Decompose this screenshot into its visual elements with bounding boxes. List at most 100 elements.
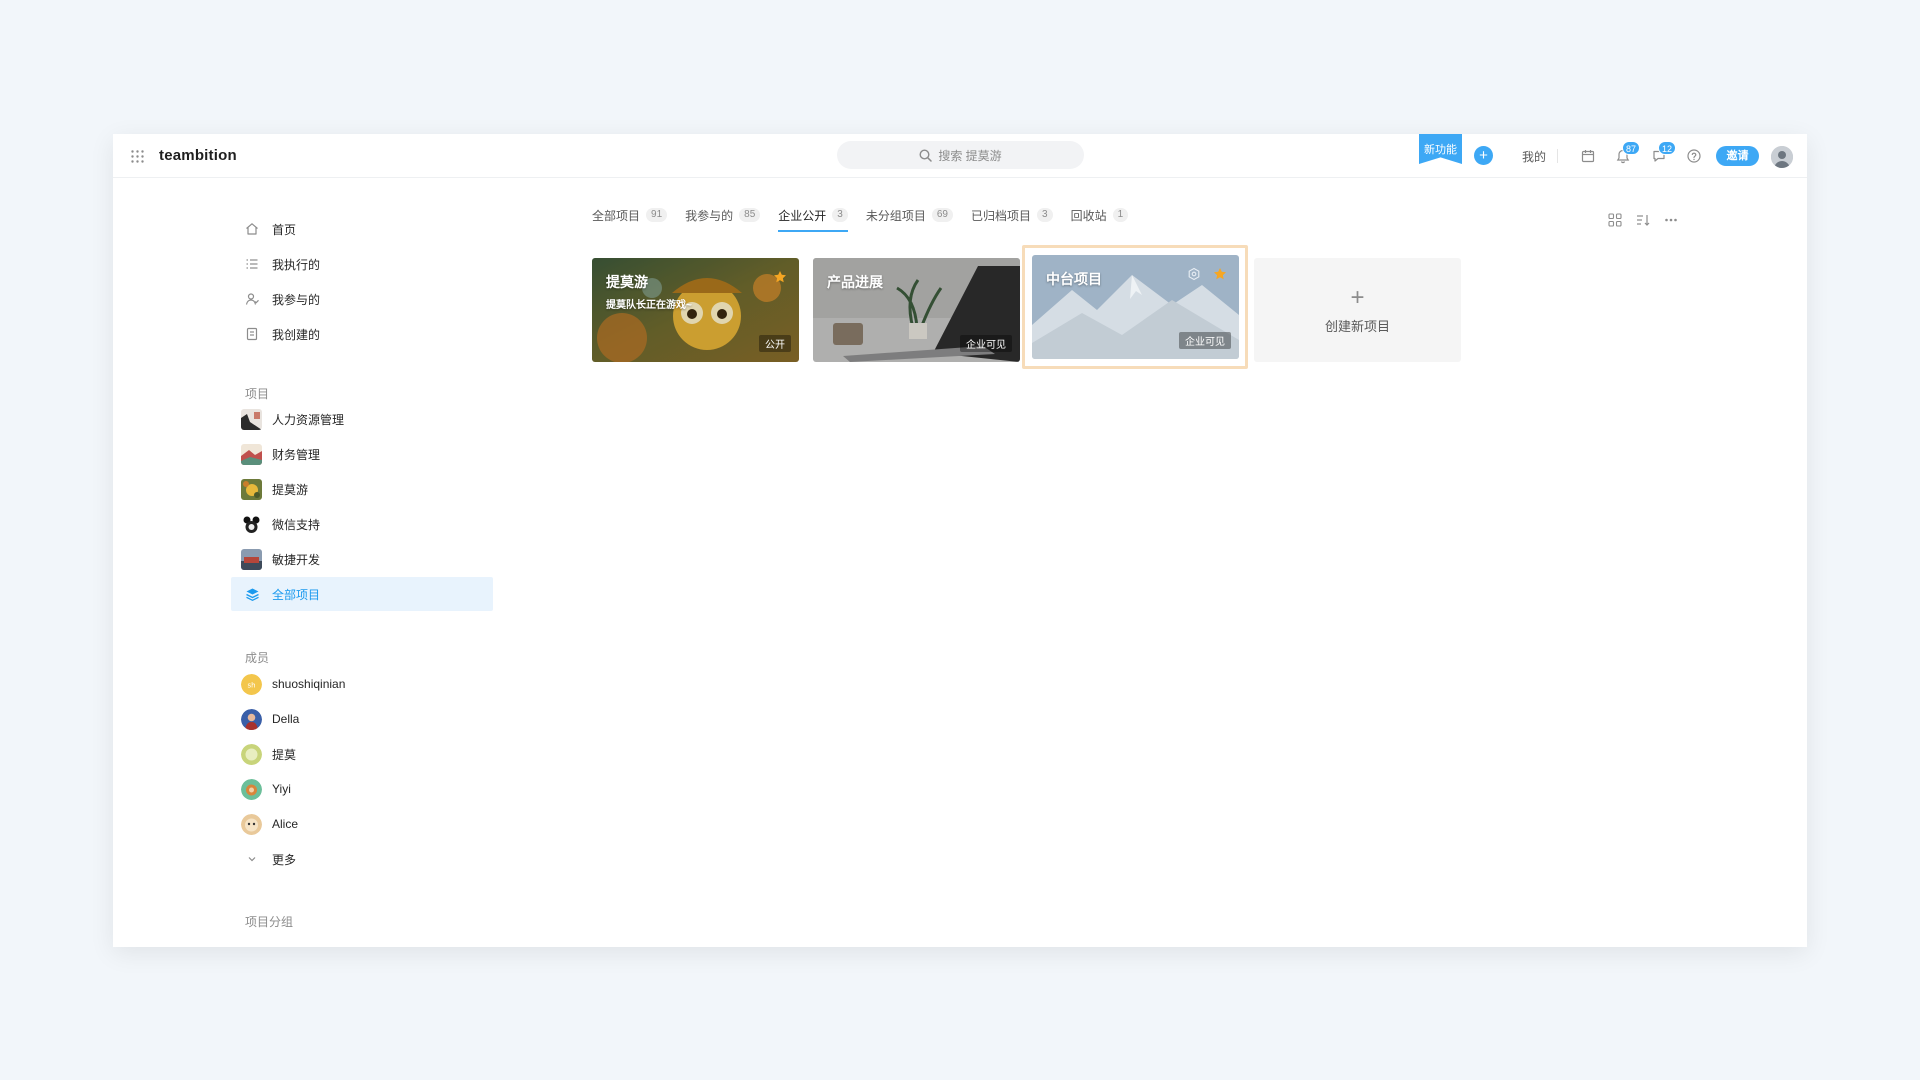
project-card[interactable]: 产品进展 企业可见 bbox=[813, 258, 1020, 362]
tab-trash[interactable]: 回收站 1 bbox=[1071, 204, 1129, 226]
tab-enterprise-public[interactable]: 企业公开 3 bbox=[778, 204, 848, 232]
apps-grid-icon[interactable] bbox=[131, 150, 144, 163]
sidebar-item-project[interactable]: 微信支持 bbox=[231, 507, 493, 541]
star-icon[interactable] bbox=[1213, 267, 1227, 281]
avatar bbox=[241, 778, 262, 800]
avatar: sh bbox=[241, 673, 262, 695]
mine-link[interactable]: 我的 bbox=[1522, 148, 1546, 165]
sidebar-item-label: 我创建的 bbox=[272, 327, 321, 342]
create-project-label: 创建新项目 bbox=[1324, 318, 1390, 334]
svg-text:sh: sh bbox=[247, 681, 255, 689]
message-icon[interactable]: 12 bbox=[1650, 141, 1677, 165]
sidebar-item-project[interactable]: 财务管理 bbox=[231, 437, 493, 471]
message-count-badge: 12 bbox=[1658, 141, 1677, 155]
project-title: 提莫游 bbox=[606, 274, 648, 290]
member-item[interactable]: Della bbox=[231, 702, 493, 736]
invite-button[interactable]: 邀请 bbox=[1716, 146, 1759, 166]
tab-participated[interactable]: 我参与的 85 bbox=[685, 204, 761, 226]
member-item[interactable]: Alice bbox=[231, 807, 493, 841]
member-name: Yiyi bbox=[272, 782, 291, 796]
project-thumbnail bbox=[241, 478, 262, 500]
notification-count-badge: 87 bbox=[1622, 141, 1641, 155]
help-icon[interactable] bbox=[1685, 147, 1703, 165]
sidebar-item-label: 微信支持 bbox=[272, 517, 321, 532]
sidebar: 首页 我执行的 我参与的 我创建的 项目 人力资源管理 财务管理 提莫游 微信支… bbox=[113, 178, 533, 947]
more-label: 更多 bbox=[272, 852, 297, 867]
sidebar-item-all-projects[interactable]: 全部项目 bbox=[231, 577, 493, 611]
document-icon bbox=[243, 325, 261, 343]
tab-label: 全部项目 bbox=[592, 208, 641, 223]
home-icon bbox=[243, 220, 261, 238]
projects-section-title: 项目 bbox=[245, 387, 270, 401]
avatar bbox=[241, 813, 262, 835]
member-name: Della bbox=[272, 712, 300, 726]
sidebar-item-assigned[interactable]: 我执行的 bbox=[231, 247, 493, 281]
calendar-icon[interactable] bbox=[1579, 147, 1597, 165]
avatar bbox=[241, 708, 262, 730]
visibility-tag: 企业可见 bbox=[1179, 332, 1231, 349]
sidebar-item-label: 全部项目 bbox=[272, 587, 321, 602]
search-placeholder: 搜索 提莫游 bbox=[938, 148, 1002, 163]
tab-count: 69 bbox=[931, 208, 953, 222]
users-icon bbox=[243, 290, 261, 308]
sidebar-item-home[interactable]: 首页 bbox=[231, 212, 493, 246]
avatar bbox=[241, 743, 262, 765]
sidebar-item-created[interactable]: 我创建的 bbox=[231, 317, 493, 351]
tab-count: 85 bbox=[739, 208, 761, 222]
visibility-tag: 企业可见 bbox=[960, 335, 1012, 352]
layers-icon bbox=[243, 585, 261, 603]
sidebar-item-label: 首页 bbox=[272, 222, 297, 237]
member-name: shuoshiqinian bbox=[272, 677, 346, 691]
member-item[interactable]: Yiyi bbox=[231, 772, 493, 806]
project-thumbnail bbox=[241, 443, 262, 465]
create-project-button[interactable]: + 创建新项目 bbox=[1254, 258, 1461, 362]
member-item[interactable]: 提莫 bbox=[231, 737, 493, 771]
tab-count: 3 bbox=[1037, 208, 1053, 222]
member-name: 提莫 bbox=[272, 747, 297, 762]
tab-label: 已归档项目 bbox=[971, 208, 1032, 223]
project-title: 中台项目 bbox=[1046, 271, 1102, 287]
plus-icon: + bbox=[1350, 283, 1365, 311]
project-card[interactable]: 中台项目 企业可见 bbox=[1032, 255, 1239, 359]
tab-label: 企业公开 bbox=[778, 208, 827, 223]
top-header: teambition 搜索 提莫游 新功能 + 我的 87 12 邀请 bbox=[113, 134, 1807, 178]
grid-view-icon[interactable] bbox=[1607, 212, 1623, 228]
project-groups-section-title: 项目分组 bbox=[245, 915, 294, 929]
project-thumbnail bbox=[241, 408, 262, 430]
project-card[interactable]: 提莫游 提莫队长正在游戏~ 公开 bbox=[592, 258, 799, 362]
notification-bell-icon[interactable]: 87 bbox=[1614, 141, 1641, 165]
sidebar-item-label: 财务管理 bbox=[272, 447, 321, 462]
user-avatar[interactable] bbox=[1771, 146, 1793, 168]
tab-label: 未分组项目 bbox=[865, 208, 926, 223]
sidebar-item-participated[interactable]: 我参与的 bbox=[231, 282, 493, 316]
star-icon[interactable] bbox=[773, 270, 787, 284]
project-description: 提莫队长正在游戏~ bbox=[606, 300, 692, 311]
tab-count: 91 bbox=[646, 208, 668, 222]
tab-archived[interactable]: 已归档项目 3 bbox=[971, 204, 1053, 226]
add-button[interactable]: + bbox=[1474, 146, 1493, 165]
chevron-down-icon bbox=[243, 850, 261, 868]
sidebar-item-project[interactable]: 敏捷开发 bbox=[231, 542, 493, 576]
sidebar-item-label: 我执行的 bbox=[272, 257, 321, 272]
member-item[interactable]: sh shuoshiqinian bbox=[231, 667, 493, 701]
sort-icon[interactable] bbox=[1635, 212, 1651, 228]
tab-label: 我参与的 bbox=[685, 208, 734, 223]
more-members-toggle[interactable]: 更多 bbox=[231, 842, 493, 876]
project-title: 产品进展 bbox=[827, 274, 883, 290]
search-input[interactable]: 搜索 提莫游 bbox=[837, 141, 1084, 169]
member-name: Alice bbox=[272, 817, 299, 831]
app-logo[interactable]: teambition bbox=[159, 147, 237, 164]
project-thumbnail bbox=[241, 548, 262, 570]
settings-icon[interactable] bbox=[1187, 267, 1201, 281]
divider bbox=[1557, 149, 1558, 163]
more-options-icon[interactable] bbox=[1663, 212, 1679, 228]
new-feature-badge[interactable]: 新功能 bbox=[1419, 134, 1462, 164]
sidebar-item-project[interactable]: 人力资源管理 bbox=[231, 402, 493, 436]
visibility-tag: 公开 bbox=[759, 335, 791, 352]
sidebar-item-project[interactable]: 提莫游 bbox=[231, 472, 493, 506]
tab-count: 3 bbox=[832, 208, 848, 222]
sidebar-item-label: 敏捷开发 bbox=[272, 552, 321, 567]
members-section-title: 成员 bbox=[245, 651, 270, 665]
tab-ungrouped[interactable]: 未分组项目 69 bbox=[866, 204, 953, 226]
tab-all-projects[interactable]: 全部项目 91 bbox=[592, 204, 668, 226]
